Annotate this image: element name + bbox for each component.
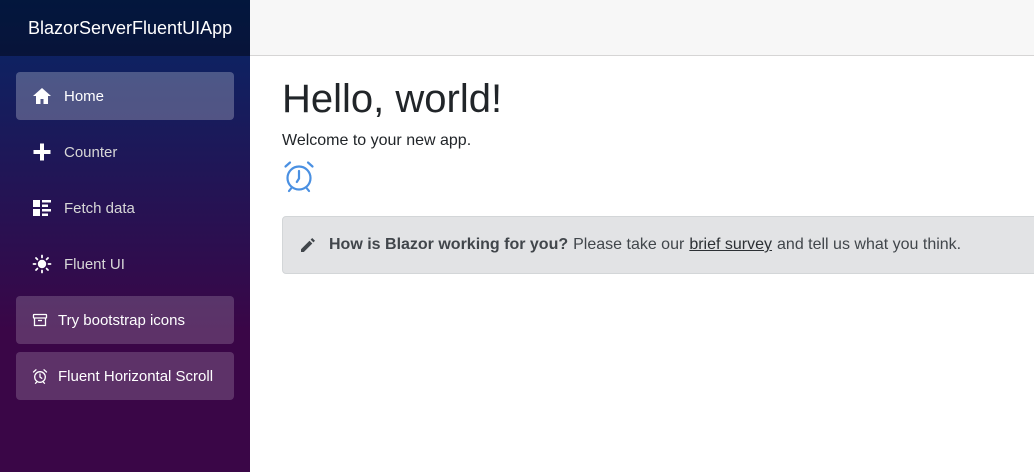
sidebar-item-bootstrap-icons[interactable]: Try bootstrap icons	[16, 296, 234, 344]
welcome-text: Welcome to your new app.	[282, 132, 472, 149]
sidebar-item-label: Home	[64, 87, 105, 105]
pencil-icon	[299, 236, 317, 254]
brand-bar: BlazorServerFluentUIApp	[0, 0, 250, 56]
archive-icon	[32, 310, 48, 330]
sidebar-item-label: Fluent UI	[64, 255, 125, 273]
nav-menu: Home Counter Fetch data Fluent UI Try bo…	[0, 56, 250, 400]
sidebar-item-fluent-ui[interactable]: Fluent UI	[16, 240, 234, 288]
survey-question: How is Blazor working for you?	[329, 236, 569, 253]
brief-survey-link[interactable]: brief survey	[689, 236, 772, 254]
sidebar-item-fetch-data[interactable]: Fetch data	[16, 184, 234, 232]
main-content: Hello, world! Welcome to your new app. H…	[282, 56, 1034, 274]
page-title: Hello, world!	[282, 77, 503, 121]
sidebar-item-label: Fluent Horizontal Scroll	[58, 367, 214, 385]
survey-prompt: How is Blazor working for you? Please ta…	[282, 216, 1034, 274]
sidebar-item-horizontal-scroll[interactable]: Fluent Horizontal Scroll	[16, 352, 234, 400]
survey-text-after: and tell us what you think.	[777, 236, 962, 253]
alarm-icon	[32, 366, 48, 386]
sidebar-item-label: Fetch data	[64, 199, 135, 217]
survey-text-before: Please take our	[573, 236, 685, 253]
list-rich-icon	[32, 198, 52, 218]
plus-icon	[32, 142, 52, 162]
sidebar: BlazorServerFluentUIApp Home Counter Fet…	[0, 0, 250, 472]
top-row	[250, 0, 1034, 56]
sidebar-item-home[interactable]: Home	[16, 72, 234, 120]
brand-link[interactable]: BlazorServerFluentUIApp	[28, 18, 232, 39]
home-icon	[32, 86, 52, 106]
sun-icon	[32, 254, 52, 274]
sidebar-item-label: Counter	[64, 143, 118, 161]
sidebar-item-counter[interactable]: Counter	[16, 128, 234, 176]
sidebar-item-label: Try bootstrap icons	[58, 311, 185, 329]
alarm-icon	[282, 159, 316, 193]
